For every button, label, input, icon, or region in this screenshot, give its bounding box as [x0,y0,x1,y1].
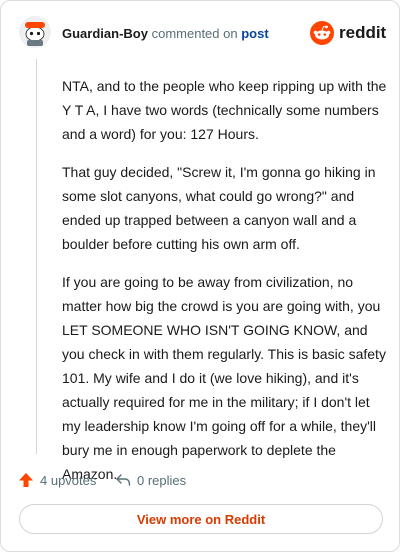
view-more-button[interactable]: View more on Reddit [19,504,383,534]
reply-button[interactable]: 0 replies [115,470,186,490]
reddit-wordmark-text: reddit [339,23,386,42]
upvote-button[interactable]: 4 upvotes [18,470,96,490]
action-text: commented on [151,26,238,41]
view-more-label: View more on Reddit [136,511,266,527]
comment-header: Guardian-Boy commented on post [62,26,269,41]
upvote-arrow-icon [19,473,33,487]
embedded-comment-card: Guardian-Boy commented on post reddit NT… [0,0,400,552]
comment-paragraph: That guy decided, "Screw it, I'm gonna g… [62,164,376,252]
comment-paragraph: If you are going to be away from civiliz… [62,274,386,482]
post-link[interactable]: post [241,26,268,41]
reply-count: 0 replies [137,472,187,488]
user-avatar[interactable] [19,16,51,48]
thread-line [36,59,37,454]
snoo-avatar-icon [19,16,51,48]
reply-arrow-icon [116,474,131,486]
comment-body: NTA, and to the people who keep ripping … [62,74,387,500]
username-link[interactable]: Guardian-Boy [62,26,148,41]
reddit-logo[interactable]: reddit [310,20,387,51]
reddit-wordmark-icon: reddit [310,21,387,45]
comment-paragraph: NTA, and to the people who keep ripping … [62,78,387,142]
upvote-count: 4 upvotes [40,472,97,488]
